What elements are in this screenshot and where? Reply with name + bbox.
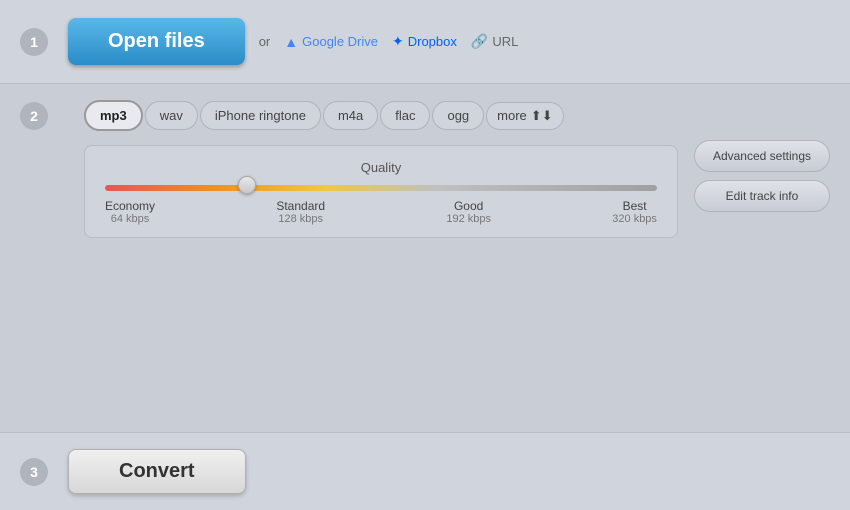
best-kbps: 320 kbps	[612, 213, 657, 225]
dropbox-link[interactable]: ✦ Dropbox	[392, 33, 457, 50]
convert-button[interactable]: Convert	[68, 449, 246, 494]
step-2-col: 2	[20, 100, 68, 130]
quality-title: Quality	[105, 160, 657, 175]
economy-kbps: 64 kbps	[105, 213, 155, 225]
section-2-inner: 2 mp3 wav iPhone ringtone m4a flac ogg m…	[20, 100, 830, 238]
url-label: URL	[492, 34, 518, 49]
section-1: 1 Open files or ▲ Google Drive ✦ Dropbox…	[0, 0, 850, 84]
more-dropdown[interactable]: more ⬆⬇	[486, 102, 563, 130]
more-label: more	[497, 108, 527, 123]
economy-name: Economy	[105, 199, 155, 213]
open-files-button[interactable]: Open files	[68, 18, 245, 65]
step-3-badge: 3	[20, 458, 48, 486]
step-1-badge: 1	[20, 28, 48, 56]
tab-mp3[interactable]: mp3	[84, 100, 143, 131]
more-chevron-icon: ⬆⬇	[531, 108, 553, 124]
tab-flac[interactable]: flac	[380, 101, 430, 130]
label-best: Best 320 kbps	[612, 199, 657, 225]
label-good: Good 192 kbps	[446, 199, 491, 225]
label-economy: Economy 64 kbps	[105, 199, 155, 225]
tab-ogg[interactable]: ogg	[432, 101, 484, 130]
format-quality-col: mp3 wav iPhone ringtone m4a flac ogg mor…	[84, 100, 678, 238]
right-buttons: Advanced settings Edit track info	[694, 100, 830, 212]
main-container: 1 Open files or ▲ Google Drive ✦ Dropbox…	[0, 0, 850, 510]
section-3: 3 Convert	[0, 433, 850, 510]
google-drive-label: Google Drive	[302, 34, 378, 49]
step-2-badge: 2	[20, 102, 48, 130]
format-tabs: mp3 wav iPhone ringtone m4a flac ogg mor…	[84, 100, 678, 131]
dropbox-icon: ✦	[392, 33, 404, 50]
section-2: 2 mp3 wav iPhone ringtone m4a flac ogg m…	[0, 84, 850, 433]
tab-iphone-ringtone[interactable]: iPhone ringtone	[200, 101, 321, 130]
good-name: Good	[446, 199, 491, 213]
url-link[interactable]: 🔗 URL	[471, 33, 518, 50]
format-and-settings: mp3 wav iPhone ringtone m4a flac ogg mor…	[84, 100, 830, 238]
edit-track-info-button[interactable]: Edit track info	[694, 180, 830, 212]
dropbox-label: Dropbox	[408, 34, 457, 49]
url-icon: 🔗	[471, 33, 488, 50]
slider-container	[105, 185, 657, 191]
label-standard: Standard 128 kbps	[276, 199, 325, 225]
tab-m4a[interactable]: m4a	[323, 101, 378, 130]
cloud-links: ▲ Google Drive ✦ Dropbox 🔗 URL	[284, 33, 518, 50]
best-name: Best	[612, 199, 657, 213]
or-text: or	[259, 34, 271, 49]
tab-wav[interactable]: wav	[145, 101, 198, 130]
quality-slider[interactable]	[105, 185, 657, 191]
quality-panel: Quality Economy 64 kbps Standard	[84, 145, 678, 238]
standard-name: Standard	[276, 199, 325, 213]
standard-kbps: 128 kbps	[276, 213, 325, 225]
google-drive-icon: ▲	[284, 34, 298, 50]
advanced-settings-button[interactable]: Advanced settings	[694, 140, 830, 172]
slider-labels: Economy 64 kbps Standard 128 kbps Good 1…	[105, 199, 657, 225]
good-kbps: 192 kbps	[446, 213, 491, 225]
google-drive-link[interactable]: ▲ Google Drive	[284, 34, 378, 50]
